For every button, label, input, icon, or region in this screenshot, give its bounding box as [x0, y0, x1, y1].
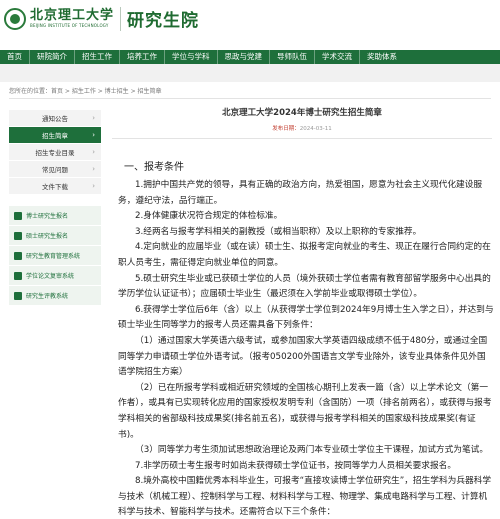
sidebar-item-notices[interactable]: 通知公告 ›	[9, 110, 101, 127]
logo-chinese-name: 北京理工大学	[30, 7, 115, 23]
sidebar-item-downloads[interactable]: 文件下载 ›	[9, 178, 101, 195]
sidebar-item-label: 文件下载	[42, 183, 68, 191]
paragraph: 4.定向就业的应届毕业（或在读）硕士生、拟报考定向就业的考生、现正在履行合同约定…	[118, 242, 491, 268]
section-title: 一、报考条件	[124, 162, 184, 173]
nav-item-scholarships[interactable]: 奖助体系	[360, 50, 404, 64]
sidebar-menu: 通知公告 › 招生简章 › 招生专业目录 › 常见问题 › 文件下载 ›	[9, 110, 101, 195]
sidebar-item-label: 招生简章	[42, 132, 68, 140]
system-icon	[14, 251, 22, 260]
sidebar-item-label: 通知公告	[42, 115, 68, 123]
main-nav: 首页 研院简介 招生工作 培养工作 学位与学科 思政与党建 导师队伍 学术交流 …	[0, 50, 500, 64]
sidebar-item-label: 招生专业目录	[35, 149, 75, 157]
quick-link-thesis-review[interactable]: 学位论文复审系统	[9, 266, 101, 286]
article-title: 北京理工大学2024年博士研究生招生简章	[222, 108, 382, 118]
nav-item-exchange[interactable]: 学术交流	[315, 50, 360, 64]
nav-item-party[interactable]: 思政与党建	[218, 50, 270, 64]
site-name: 研究生院	[127, 11, 200, 31]
system-icon	[14, 291, 22, 300]
chevron-right-icon: ›	[92, 131, 95, 139]
system-icon	[14, 271, 22, 280]
publish-date: 2024-03-11	[299, 126, 332, 132]
sidebar-item-faq[interactable]: 常见问题 ›	[9, 161, 101, 178]
quick-link-label: 研究生教育管理系统	[26, 253, 81, 260]
logo-english-name: BEIJING INSTITUTE OF TECHNOLOGY	[30, 22, 109, 28]
chevron-right-icon: ›	[92, 182, 95, 190]
quick-link-evaluation[interactable]: 研究生评教系统	[9, 286, 101, 306]
paragraph: 7.非学历硕士考生报考时如尚未获得硕士学位证书，按同等学力人员相关要求报名。	[135, 460, 457, 471]
paragraph: （2）已在所报考学科或相近研究领域的全国核心期刊上发表一篇（含）以上学术论文（第…	[118, 382, 492, 440]
quick-link-master-registration[interactable]: 硕士研究生报名	[9, 226, 101, 246]
paragraph: 6.获得学士学位后6年（含）以上（从获得学士学位到2024年9月博士生入学之日）…	[118, 304, 494, 331]
site-logo[interactable]: 北京理工大学 BEIJING INSTITUTE OF TECHNOLOGY 研…	[4, 6, 199, 31]
chevron-right-icon: ›	[92, 148, 95, 156]
quick-link-label: 硕士研究生报名	[26, 233, 69, 240]
article-meta: 发布日期：2024-03-11	[112, 124, 492, 132]
paragraph: 8.境外高校中国籍优秀本科毕业生，可报考“直接攻读博士学位研究生”，招生学科为兵…	[118, 476, 492, 518]
paragraph: 2.身体健康状况符合规定的体检标准。	[135, 211, 283, 222]
breadcrumb-divider	[9, 98, 491, 99]
nav-strip	[0, 64, 500, 82]
breadcrumb: 您所在的位置：首页 > 招生工作 > 博士招生 > 招生简章	[9, 88, 162, 95]
sidebar-item-catalog[interactable]: 招生专业目录 ›	[9, 144, 101, 161]
quick-link-management-system[interactable]: 研究生教育管理系统	[9, 246, 101, 266]
paragraph: 1.拥护中国共产党的领导，具有正确的政治方向，热爱祖国，愿意为社会主义现代化建设…	[118, 180, 483, 206]
nav-item-supervisors[interactable]: 导师队伍	[270, 50, 315, 64]
site-header: 北京理工大学 BEIJING INSTITUTE OF TECHNOLOGY 研…	[0, 0, 500, 50]
nav-item-admissions[interactable]: 招生工作	[75, 50, 120, 64]
quick-link-label: 研究生评教系统	[26, 293, 69, 300]
chevron-right-icon: ›	[92, 114, 95, 122]
article-header: 北京理工大学2024年博士研究生招生简章 发布日期：2024-03-11	[112, 106, 492, 139]
paragraph: 3.经两名与报考学科相关的副教授（或相当职称）及以上职称的专家推荐。	[135, 226, 422, 237]
publish-label: 发布日期：	[272, 126, 300, 132]
article-body: 1.拥护中国共产党的领导，具有正确的政治方向，热爱祖国，愿意为社会主义现代化建设…	[118, 178, 494, 519]
document-icon	[14, 211, 22, 220]
quick-link-label: 学位论文复审系统	[26, 273, 75, 280]
paragraph: （1）通过国家大学英语六级考试，或参加国家大学英语四级成绩不低于480分，或通过…	[118, 335, 488, 378]
quick-links: 博士研究生报名 硕士研究生报名 研究生教育管理系统 学位论文复审系统 研究生评教…	[9, 206, 101, 306]
nav-item-degrees[interactable]: 学位与学科	[165, 50, 218, 64]
paragraph: （3）同等学力考生须加试思想政治理论及两门本专业硕士学位主干课程，加试方式为笔试…	[135, 445, 489, 456]
paragraph: 5.硕士研究生毕业或已获硕士学位的人员（境外获硕士学位者需有教育部留学服务中心出…	[118, 273, 491, 300]
quick-link-phd-registration[interactable]: 博士研究生报名	[9, 206, 101, 226]
chevron-right-icon: ›	[92, 165, 95, 173]
nav-item-about[interactable]: 研院简介	[30, 50, 75, 64]
sidebar-item-brochure[interactable]: 招生简章 ›	[9, 127, 101, 144]
nav-item-home[interactable]: 首页	[0, 50, 30, 64]
article-divider	[112, 138, 492, 139]
document-icon	[14, 231, 22, 240]
university-emblem-icon	[4, 7, 26, 30]
logo-divider	[120, 6, 122, 31]
nav-item-training[interactable]: 培养工作	[120, 50, 165, 64]
quick-link-label: 博士研究生报名	[26, 213, 69, 220]
sidebar-item-label: 常见问题	[42, 166, 68, 174]
